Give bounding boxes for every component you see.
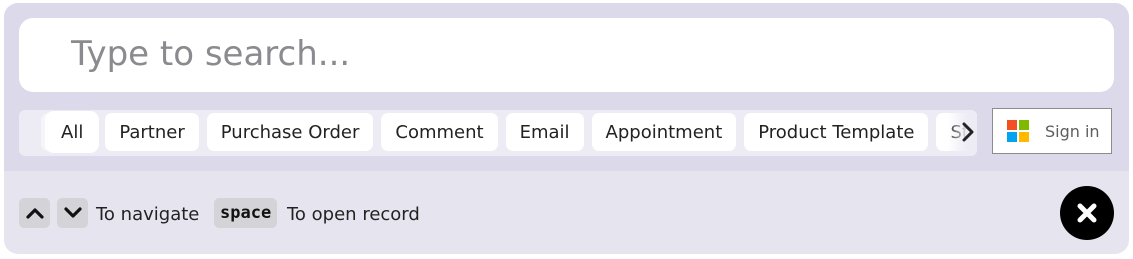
tab-appointment[interactable]: Appointment xyxy=(591,113,737,151)
close-icon xyxy=(1077,203,1097,223)
chevron-right-icon[interactable] xyxy=(958,119,978,145)
search-panel: All Partner Purchase Order Comment Email… xyxy=(4,3,1129,254)
sign-in-button[interactable]: Sign in xyxy=(992,108,1112,154)
tab-product-template[interactable]: Product Template xyxy=(744,113,929,151)
navigate-hint: To navigate xyxy=(96,204,200,225)
space-key: space xyxy=(214,198,278,228)
close-button[interactable] xyxy=(1060,186,1114,240)
keyboard-hints: To navigate space To open record xyxy=(4,171,1129,254)
search-box[interactable] xyxy=(19,18,1114,92)
microsoft-logo-icon xyxy=(1007,120,1029,142)
search-header: All Partner Purchase Order Comment Email… xyxy=(4,3,1129,171)
tab-purchase-order[interactable]: Purchase Order xyxy=(206,113,374,151)
search-input[interactable] xyxy=(71,28,1091,80)
tab-all[interactable]: All xyxy=(47,113,98,151)
chevron-down-icon xyxy=(63,207,82,218)
model-tabs: All Partner Purchase Order Comment Email… xyxy=(19,110,977,156)
chevron-up-icon xyxy=(25,208,44,219)
sign-in-label: Sign in xyxy=(1045,121,1100,141)
open-record-hint: To open record xyxy=(287,204,420,225)
tab-comment[interactable]: Comment xyxy=(381,113,498,151)
tab-partner[interactable]: Partner xyxy=(105,113,199,151)
tabs-track: All Partner Purchase Order Comment Email… xyxy=(47,113,977,151)
up-key xyxy=(19,198,50,228)
tab-email[interactable]: Email xyxy=(505,113,584,151)
down-key xyxy=(57,198,88,228)
